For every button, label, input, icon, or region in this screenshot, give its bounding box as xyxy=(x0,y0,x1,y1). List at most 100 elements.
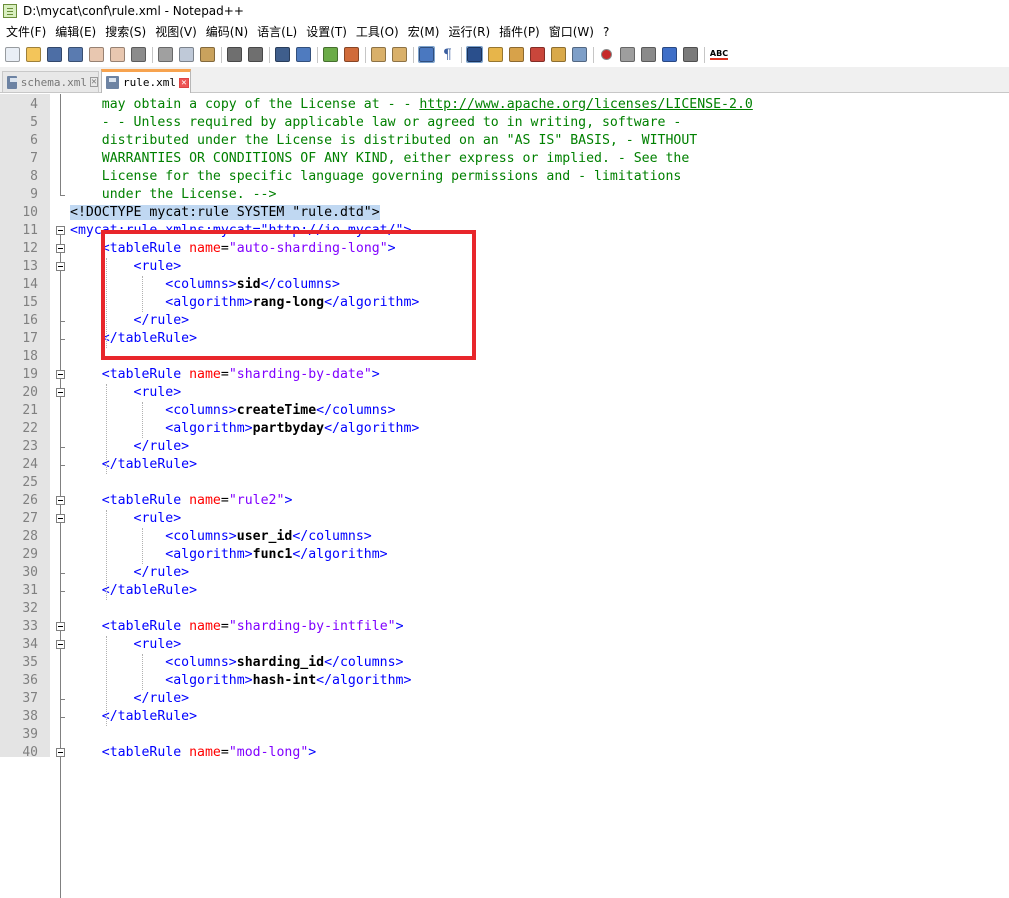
word-wrap-icon[interactable] xyxy=(418,46,435,63)
cut-icon[interactable] xyxy=(157,46,174,63)
columns-open-tag: <columns> xyxy=(165,277,237,292)
stop-record-icon[interactable] xyxy=(619,46,636,63)
algorithm-value: hash-int xyxy=(252,673,317,688)
fold-toggle-icon[interactable] xyxy=(56,226,65,235)
spell-check-icon[interactable]: ABC xyxy=(709,46,729,63)
code-line: <!DOCTYPE mycat:rule SYSTEM "rule.dtd"> xyxy=(70,204,380,222)
record-macro-icon[interactable] xyxy=(598,46,615,63)
algorithm-open-tag: <algorithm> xyxy=(165,547,253,562)
menu-item[interactable]: 搜索(S) xyxy=(99,22,149,42)
monitoring-icon[interactable] xyxy=(571,46,588,63)
menu-item[interactable]: ? xyxy=(597,22,612,42)
fold-toggle-icon[interactable] xyxy=(56,370,65,379)
open-file-icon[interactable] xyxy=(25,46,42,63)
code-line: <columns>sid</columns> xyxy=(70,276,340,294)
fold-toggle-icon[interactable] xyxy=(56,244,65,253)
zoom-out-icon[interactable] xyxy=(343,46,360,63)
play-macro-icon[interactable] xyxy=(640,46,657,63)
zoom-in-icon[interactable] xyxy=(322,46,339,63)
fold-toggle-icon[interactable] xyxy=(56,262,65,271)
save-all-icon[interactable] xyxy=(67,46,84,63)
doc-map-icon[interactable] xyxy=(508,46,525,63)
menu-item[interactable]: 工具(O) xyxy=(350,22,402,42)
window-title: D:\mycat\conf\rule.xml - Notepad++ xyxy=(23,4,244,18)
line-number: 12 xyxy=(22,241,38,256)
code-line: <rule> xyxy=(70,258,182,276)
code-line: may obtain a copy of the License at - - … xyxy=(70,96,753,114)
line-number: 15 xyxy=(22,295,38,310)
copy-icon[interactable] xyxy=(178,46,195,63)
fold-line xyxy=(60,94,61,195)
fold-toggle-icon[interactable] xyxy=(56,748,65,757)
new-file-icon[interactable] xyxy=(4,46,21,63)
rule-close-tag: </rule> xyxy=(133,691,190,706)
table-rule-name: mod-long xyxy=(236,745,301,760)
line-number: 33 xyxy=(22,619,38,634)
code-line: <algorithm>rang-long</algorithm> xyxy=(70,294,419,312)
paste-icon[interactable] xyxy=(199,46,216,63)
run-macro-multiple-icon[interactable] xyxy=(661,46,678,63)
columns-value: sharding_id xyxy=(236,655,325,670)
code-line: <tableRule name="auto-sharding-long"> xyxy=(70,240,396,258)
fold-toggle-icon[interactable] xyxy=(56,640,65,649)
code-line: </tableRule> xyxy=(70,456,197,474)
tag-open: <tableRule xyxy=(101,619,182,634)
fold-toggle-icon[interactable] xyxy=(56,514,65,523)
tab-schema-xml[interactable]: schema.xml ✕ xyxy=(2,71,99,92)
code-line: <rule> xyxy=(70,510,182,528)
table-rule-name: sharding-by-intfile xyxy=(236,619,388,634)
folder-workspace-icon[interactable] xyxy=(550,46,567,63)
fold-toggle-icon[interactable] xyxy=(56,388,65,397)
tag-open: <tableRule xyxy=(101,493,182,508)
menu-item[interactable]: 编码(N) xyxy=(200,22,251,42)
save-macro-icon[interactable] xyxy=(682,46,699,63)
find-icon[interactable] xyxy=(274,46,291,63)
toolbar-separator xyxy=(413,46,414,63)
menu-item[interactable]: 语言(L) xyxy=(251,22,300,42)
fold-end-mark xyxy=(60,573,65,574)
title-bar: D:\mycat\conf\rule.xml - Notepad++ xyxy=(0,0,1009,22)
code-line: <algorithm>partbyday</algorithm> xyxy=(70,420,419,438)
fold-toggle-icon[interactable] xyxy=(56,496,65,505)
tab-rule-xml[interactable]: rule.xml ✕ xyxy=(101,69,191,93)
indent-guide-icon[interactable] xyxy=(466,46,483,63)
sync-horizontal-icon[interactable] xyxy=(391,46,408,63)
close-icon[interactable] xyxy=(88,46,105,63)
menu-item[interactable]: 视图(V) xyxy=(149,22,200,42)
attr-quote: " xyxy=(363,367,372,382)
close-all-icon[interactable] xyxy=(109,46,126,63)
fold-margin[interactable] xyxy=(50,94,67,757)
sync-vertical-icon[interactable] xyxy=(370,46,387,63)
close-tab-icon[interactable]: ✕ xyxy=(178,77,189,88)
attr-quote: " xyxy=(228,367,237,382)
columns-close-tag: </columns> xyxy=(324,655,404,670)
save-icon[interactable] xyxy=(46,46,63,63)
print-icon[interactable] xyxy=(130,46,147,63)
menu-item[interactable]: 窗口(W) xyxy=(543,22,597,42)
function-list-icon[interactable] xyxy=(529,46,546,63)
code-editor[interactable]: 4 5 6 7 8 9 10 11 12 13 14 15 16 17 18 19 20 21 22 23 24 25 26… xyxy=(0,94,1009,898)
indent-guide xyxy=(142,402,143,438)
rule-open-tag: <rule> xyxy=(133,259,182,274)
menu-item[interactable]: 编辑(E) xyxy=(49,22,99,42)
menu-item[interactable]: 设置(T) xyxy=(300,22,350,42)
line-number: 22 xyxy=(22,421,38,436)
toolbar-separator xyxy=(152,46,153,63)
attr-quote: " xyxy=(228,745,237,760)
replace-icon[interactable] xyxy=(295,46,312,63)
close-tab-icon[interactable]: ✕ xyxy=(90,77,98,87)
code-line: <tableRule name="sharding-by-intfile"> xyxy=(70,618,404,636)
user-lang-icon[interactable] xyxy=(487,46,504,63)
fold-toggle-icon[interactable] xyxy=(56,622,65,631)
menu-item[interactable]: 宏(M) xyxy=(402,22,443,42)
menu-item[interactable]: 运行(R) xyxy=(442,22,493,42)
toolbar-separator xyxy=(221,46,222,63)
show-all-chars-icon[interactable]: ¶ xyxy=(439,46,456,63)
comment-text: under the License. --> xyxy=(101,187,277,202)
menu-item[interactable]: 插件(P) xyxy=(493,22,543,42)
redo-icon[interactable] xyxy=(247,46,264,63)
undo-icon[interactable] xyxy=(226,46,243,63)
code-line: <tableRule name="rule2"> xyxy=(70,492,293,510)
menu-item[interactable]: 文件(F) xyxy=(0,22,49,42)
code-line: </rule> xyxy=(70,312,190,330)
